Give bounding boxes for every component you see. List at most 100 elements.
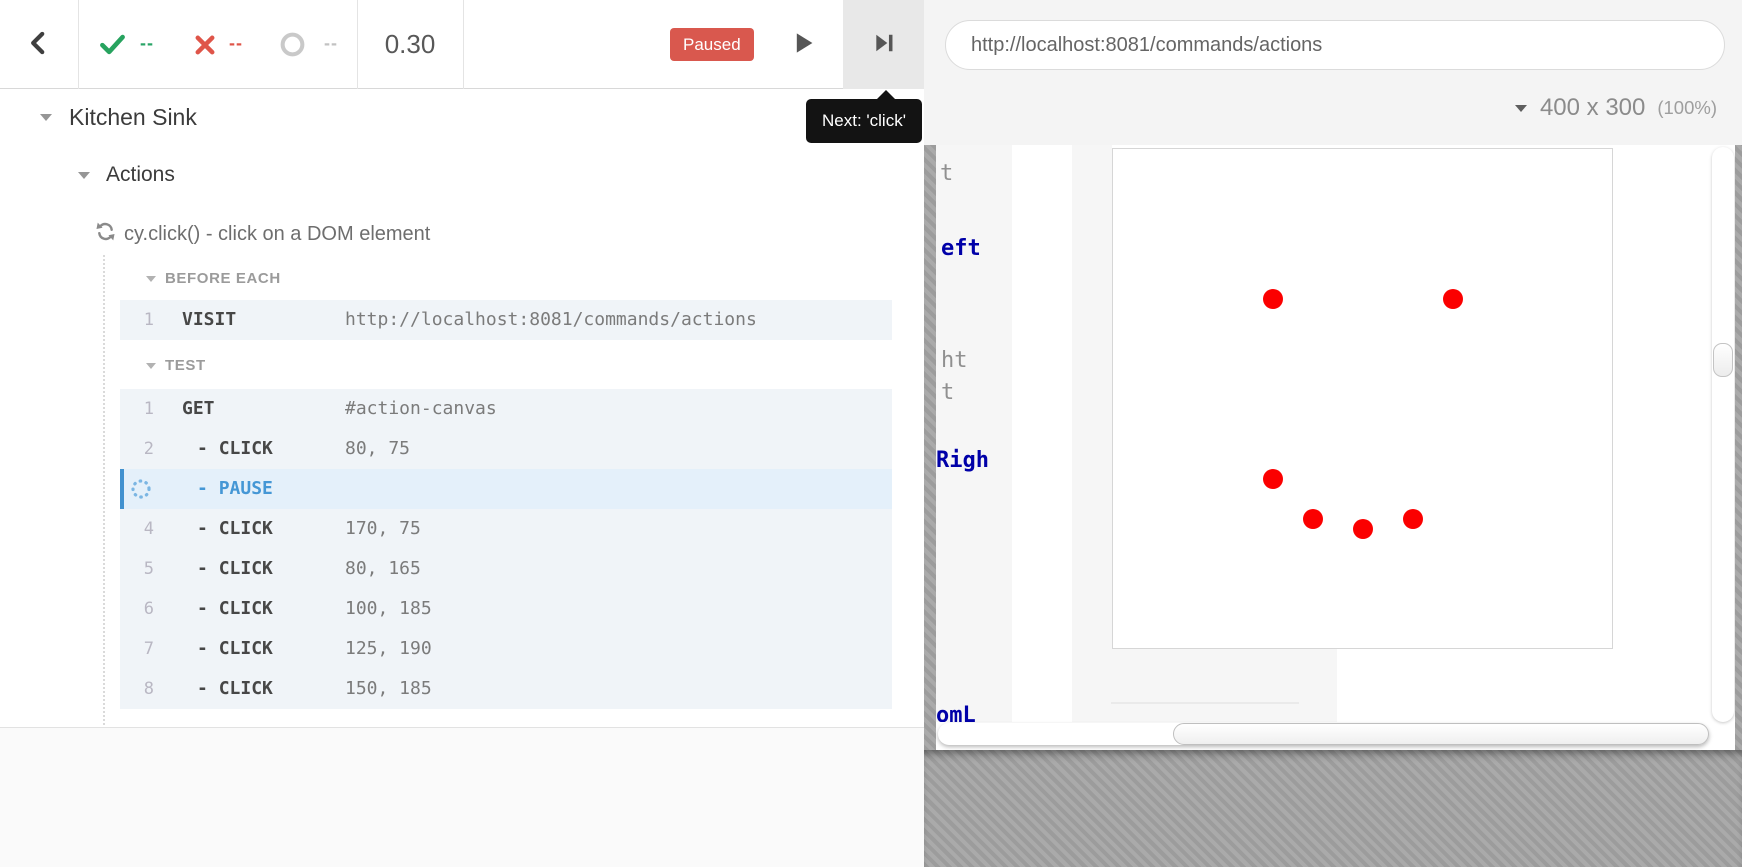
caret-down-icon [146, 276, 156, 282]
failed-count: -- [229, 33, 243, 54]
viewport-caret-icon [1515, 105, 1527, 112]
command-row[interactable]: 4 CLICK 170, 75 [120, 509, 892, 549]
command-number: 7 [120, 629, 154, 669]
click-dot [1303, 509, 1323, 529]
command-message: http://localhost:8081/commands/actions [345, 300, 757, 340]
aut-code-block [1072, 145, 1112, 649]
command-message: 150, 185 [345, 669, 432, 709]
command-row[interactable]: 5 CLICK 80, 165 [120, 549, 892, 589]
suite-title: Kitchen Sink [69, 104, 197, 131]
command-number: 5 [120, 549, 154, 589]
resume-button[interactable] [779, 0, 829, 89]
click-dot [1353, 519, 1373, 539]
action-canvas[interactable] [1112, 148, 1613, 649]
command-number: 4 [120, 509, 154, 549]
command-row[interactable]: 8 CLICK 150, 185 [120, 669, 892, 709]
before-each-commands: 1 VISIT http://localhost:8081/commands/a… [120, 300, 892, 340]
code-fragment: t [940, 161, 953, 187]
code-fragment: Righ [936, 448, 989, 474]
command-row[interactable]: 1 VISIT http://localhost:8081/commands/a… [120, 300, 892, 340]
suite-actions[interactable]: Actions [78, 163, 175, 187]
paused-badge: Paused [670, 28, 754, 61]
reporter-panel: -- -- -- 0.30 Paused [0, 0, 924, 867]
section-label: BEFORE EACH [165, 270, 281, 287]
next-step-tooltip: Next: 'click' [806, 99, 922, 143]
vertical-scrollbar-track[interactable] [1712, 147, 1734, 722]
command-number: 8 [120, 669, 154, 709]
command-method: CLICK [197, 509, 273, 549]
caret-down-icon [78, 172, 90, 179]
suite-kitchen-sink[interactable]: Kitchen Sink [40, 104, 197, 131]
url-text: http://localhost:8081/commands/actions [971, 34, 1322, 57]
pause-spinner-icon [130, 478, 152, 504]
command-method: CLICK [197, 669, 273, 709]
back-chevron-icon [26, 30, 52, 59]
command-number: 2 [120, 429, 154, 469]
reporter-footer-area [0, 727, 924, 867]
command-message: #action-canvas [345, 389, 497, 429]
horizontal-scrollbar-thumb[interactable] [1173, 723, 1709, 745]
command-message: 80, 75 [345, 429, 410, 469]
repeat-icon [95, 221, 116, 247]
viewport-scale: (100%) [1657, 97, 1717, 119]
command-number: 6 [120, 589, 154, 629]
code-fragment: ht [941, 348, 968, 374]
step-forward-icon [873, 32, 895, 57]
command-number: 1 [120, 389, 154, 429]
aut-divider-line [1111, 702, 1299, 704]
cypress-test-runner-window: -- -- -- 0.30 Paused [0, 0, 1742, 867]
command-row[interactable]: 7 CLICK 125, 190 [120, 629, 892, 669]
next-step-button[interactable] [843, 0, 924, 89]
vertical-scrollbar-thumb[interactable] [1713, 343, 1733, 377]
click-dot [1263, 289, 1283, 309]
url-address-bar[interactable]: http://localhost:8081/commands/actions [945, 20, 1725, 70]
pending-count: -- [324, 33, 338, 54]
caret-down-icon [146, 363, 156, 369]
command-row[interactable]: 2 CLICK 80, 75 [120, 429, 892, 469]
app-under-test-frame: t eft ht t Righ omL [924, 145, 1742, 750]
command-row[interactable]: 1 GET #action-canvas [120, 389, 892, 429]
reporter-toolbar: -- -- -- 0.30 Paused [0, 0, 924, 89]
code-fragment: eft [941, 236, 981, 262]
code-fragment: t [941, 380, 954, 406]
command-method: GET [182, 389, 215, 429]
runner-bottom-hatch [924, 750, 1742, 867]
command-message: 80, 165 [345, 549, 421, 589]
viewport-size: 400 x 300 [1540, 94, 1645, 122]
test-title-row[interactable]: cy.click() - click on a DOM element [95, 221, 430, 247]
command-message: 125, 190 [345, 629, 432, 669]
command-method: CLICK [197, 549, 273, 589]
command-row-paused[interactable]: PAUSE [120, 469, 892, 509]
suite-title: Actions [106, 163, 175, 187]
section-before-each[interactable]: BEFORE EACH [146, 270, 281, 287]
test-commands: 1 GET #action-canvas 2 CLICK 80, 75 PAUS… [120, 389, 892, 709]
toolbar-divider [78, 0, 79, 89]
pending-circle-icon [279, 31, 306, 63]
command-method: VISIT [182, 300, 236, 340]
viewport-size-selector[interactable]: 400 x 300 (100%) [1515, 92, 1717, 124]
command-row[interactable]: 6 CLICK 100, 185 [120, 589, 892, 629]
failed-cross-icon [193, 33, 217, 62]
passed-check-icon [99, 31, 126, 63]
play-icon [792, 31, 816, 58]
test-title: cy.click() - click on a DOM element [124, 223, 430, 246]
command-method: CLICK [197, 589, 273, 629]
click-dot [1403, 509, 1423, 529]
duration-timer: 0.30 [357, 0, 463, 89]
section-label: TEST [165, 357, 206, 374]
hook-guide-line [103, 255, 105, 725]
aut-code-block [1072, 649, 1337, 722]
toolbar-divider [463, 0, 464, 89]
command-message: 100, 185 [345, 589, 432, 629]
aut-code-column: t eft ht t Righ omL [936, 145, 1012, 722]
passed-count: -- [140, 33, 154, 54]
click-dot [1443, 289, 1463, 309]
code-fragment: omL [936, 703, 976, 722]
back-button[interactable] [0, 0, 78, 89]
click-dot [1263, 469, 1283, 489]
iframe-left-border [924, 145, 936, 750]
iframe-right-border [1735, 145, 1742, 750]
command-method: CLICK [197, 629, 273, 669]
section-test[interactable]: TEST [146, 357, 206, 374]
tooltip-text: Next: 'click' [822, 111, 906, 130]
